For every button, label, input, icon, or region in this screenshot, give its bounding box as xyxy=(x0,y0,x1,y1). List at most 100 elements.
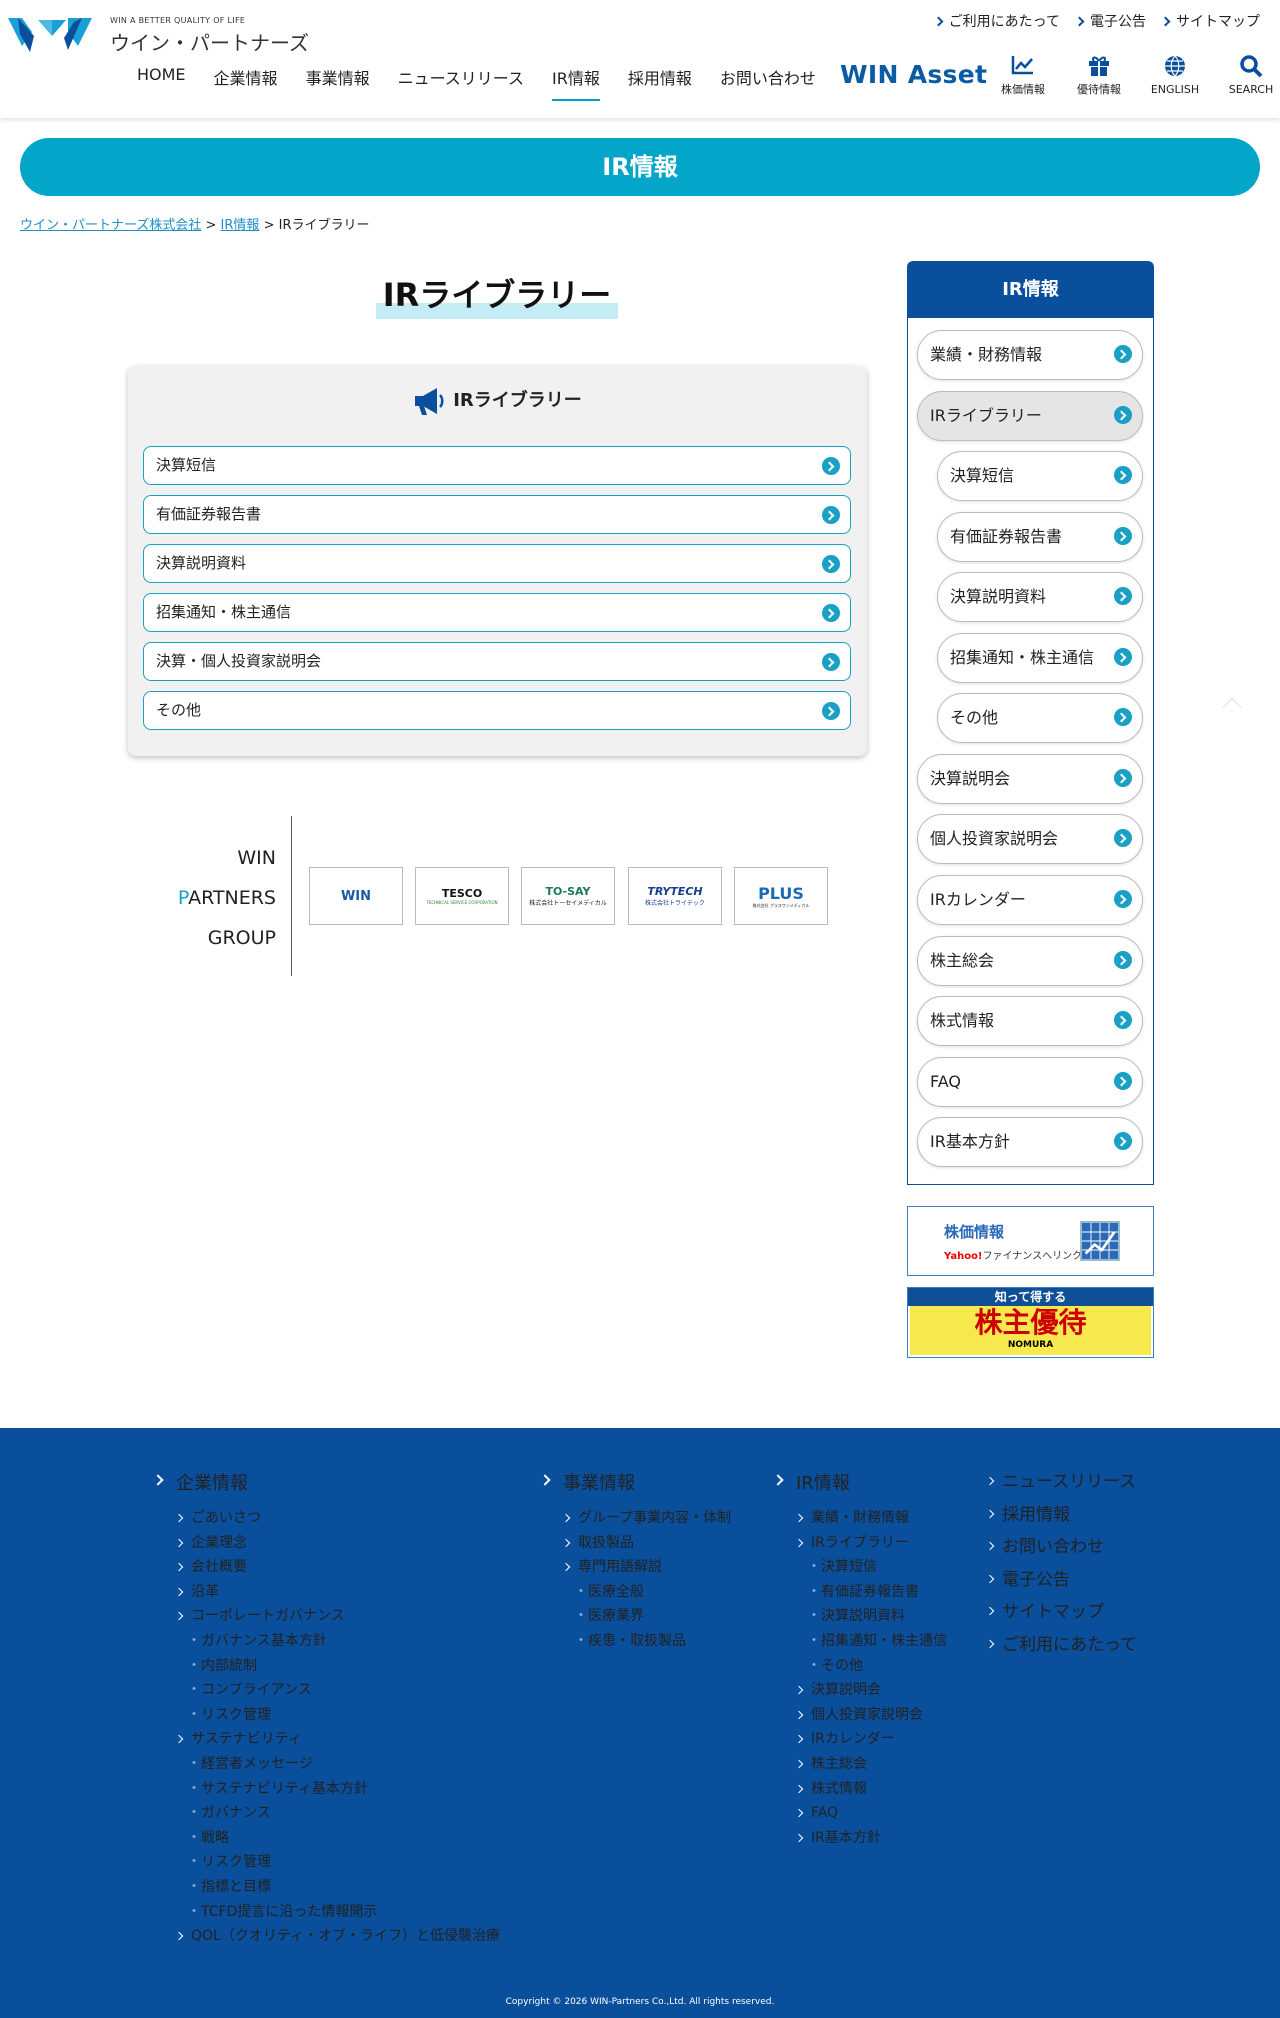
breadcrumb-home[interactable]: ウイン・パートナーズ株式会社 xyxy=(20,218,201,233)
utility-link-terms[interactable]: ご利用にあたって xyxy=(933,11,1060,31)
footer-link[interactable]: 戦略 xyxy=(176,1826,500,1851)
utility-link-sitemap[interactable]: サイトマップ xyxy=(1160,11,1260,31)
footer-link[interactable]: 疾患・取扱製品 xyxy=(563,1629,731,1654)
footer-column-company: ごあいさつ企業理念会社概要沿革コーポレートガバナンスガバナンス基本方針内部統制コ… xyxy=(176,1506,500,1949)
sidebar-item-faq[interactable]: FAQ xyxy=(917,1057,1143,1107)
arrow-circle-icon xyxy=(1114,890,1132,908)
sidebar-item-results[interactable]: 業績・財務情報 xyxy=(917,330,1143,380)
footer-link[interactable]: 有価証券報告書 xyxy=(796,1580,947,1605)
search-link[interactable]: SEARCH xyxy=(1213,54,1280,97)
company-name[interactable]: ウイン・パートナーズ xyxy=(110,27,309,56)
arrow-circle-icon xyxy=(1114,1132,1132,1150)
footer-link[interactable]: 会社概要 xyxy=(176,1555,500,1580)
footer-link[interactable]: コンプライアンス xyxy=(176,1678,500,1703)
library-link-tanshin[interactable]: 決算短信 xyxy=(143,446,851,485)
footer-link[interactable]: 個人投資家説明会 xyxy=(796,1703,947,1728)
group-logo-trytech[interactable]: TRYTECH 株式会社トライテック xyxy=(628,867,722,925)
benefits-link[interactable]: 優待情報 xyxy=(1061,54,1137,97)
group-logo-win[interactable]: WIN xyxy=(309,867,403,925)
footer-link[interactable]: リスク管理 xyxy=(176,1703,500,1728)
nav-home[interactable]: HOME xyxy=(137,65,186,101)
footer-link[interactable]: その他 xyxy=(796,1654,947,1679)
back-to-top-icon[interactable] xyxy=(1222,697,1242,717)
footer-link[interactable]: ガバナンス xyxy=(176,1801,500,1826)
library-link-presentation[interactable]: 決算説明資料 xyxy=(143,544,851,583)
footer-link[interactable]: FAQ xyxy=(796,1801,947,1826)
footer-link[interactable]: サイトマップ xyxy=(990,1596,1137,1629)
nav-ir[interactable]: IR情報 xyxy=(551,65,600,101)
sidebar-item-other[interactable]: その他 xyxy=(937,693,1143,743)
sidebar-item-policy[interactable]: IR基本方針 xyxy=(917,1117,1143,1167)
footer-link[interactable]: リスク管理 xyxy=(176,1850,500,1875)
sidebar-item-yuho[interactable]: 有価証券報告書 xyxy=(937,512,1143,562)
footer-link[interactable]: 取扱製品 xyxy=(563,1531,731,1556)
footer-link[interactable]: グループ事業内容・体制 xyxy=(563,1506,731,1531)
sidebar-item-presentation[interactable]: 決算説明資料 xyxy=(937,572,1143,622)
footer-link[interactable]: ご利用にあたって xyxy=(990,1629,1137,1662)
footer-link[interactable]: 企業理念 xyxy=(176,1531,500,1556)
footer-link[interactable]: IRライブラリー xyxy=(796,1531,947,1556)
nav-business[interactable]: 事業情報 xyxy=(306,65,370,101)
english-link[interactable]: ENGLISH xyxy=(1137,54,1213,97)
footer-link[interactable]: 株式情報 xyxy=(796,1777,947,1802)
nav-news[interactable]: ニュースリリース xyxy=(398,65,524,101)
footer-link[interactable]: 内部統制 xyxy=(176,1654,500,1679)
stock-price-banner[interactable]: 株価情報 Yahoo!ファイナンスへリンク xyxy=(907,1206,1154,1276)
sidebar-item-results-briefing[interactable]: 決算説明会 xyxy=(917,754,1143,804)
footer-link[interactable]: ごあいさつ xyxy=(176,1506,500,1531)
sidebar-item-library[interactable]: IRライブラリー xyxy=(917,391,1143,441)
footer-link[interactable]: 決算説明会 xyxy=(796,1678,947,1703)
footer-link[interactable]: 株主総会 xyxy=(796,1752,947,1777)
footer-link[interactable]: 医療業界 xyxy=(563,1604,731,1629)
footer-link[interactable]: サステナビリティ基本方針 xyxy=(176,1777,500,1802)
sidebar-item-individual-briefing[interactable]: 個人投資家説明会 xyxy=(917,814,1143,864)
arrow-circle-icon xyxy=(822,555,840,573)
footer-link[interactable]: ガバナンス基本方針 xyxy=(176,1629,500,1654)
footer-link[interactable]: サステナビリティ xyxy=(176,1727,500,1752)
win-asset-link[interactable]: WIN Asset xyxy=(840,60,987,89)
footer-link[interactable]: 専門用語解説 xyxy=(563,1555,731,1580)
nav-recruit[interactable]: 採用情報 xyxy=(628,65,692,101)
footer-link[interactable]: お問い合わせ xyxy=(990,1531,1137,1564)
stock-price-link[interactable]: 株価情報 xyxy=(985,54,1061,97)
sidebar-item-notice[interactable]: 招集通知・株主通信 xyxy=(937,633,1143,683)
footer-link[interactable]: 採用情報 xyxy=(990,1499,1137,1532)
group-logo-tesco[interactable]: TESCO TECHNICAL SERVICE CORPORATION xyxy=(415,867,509,925)
shareholder-benefits-banner[interactable]: 知って得する 株主優待 NOMURA xyxy=(907,1287,1154,1358)
nav-contact[interactable]: お問い合わせ xyxy=(720,65,816,101)
library-link-briefing[interactable]: 決算・個人投資家説明会 xyxy=(143,642,851,681)
library-link-notice[interactable]: 招集通知・株主通信 xyxy=(143,593,851,632)
footer-heading-company[interactable]: 企業情報 xyxy=(176,1469,248,1495)
arrow-circle-icon xyxy=(1114,466,1132,484)
group-logo-plus[interactable]: PLUS 株式会社 プラスワンメディカル xyxy=(734,867,828,925)
library-link-yuho[interactable]: 有価証券報告書 xyxy=(143,495,851,534)
sidebar-item-tanshin[interactable]: 決算短信 xyxy=(937,451,1143,501)
footer-link[interactable]: コーポレートガバナンス xyxy=(176,1604,500,1629)
footer-heading-business[interactable]: 事業情報 xyxy=(563,1469,635,1495)
sidebar-item-stock-info[interactable]: 株式情報 xyxy=(917,996,1143,1046)
footer-link[interactable]: 決算短信 xyxy=(796,1555,947,1580)
footer-link[interactable]: 決算説明資料 xyxy=(796,1604,947,1629)
breadcrumb-ir[interactable]: IR情報 xyxy=(221,218,260,233)
footer-link[interactable]: 沿革 xyxy=(176,1580,500,1605)
footer-link[interactable]: QOL（クオリティ・オブ・ライフ）と低侵襲治療 xyxy=(176,1924,500,1949)
footer-link[interactable]: 指標と目標 xyxy=(176,1875,500,1900)
sidebar-item-agm[interactable]: 株主総会 xyxy=(917,936,1143,986)
library-link-other[interactable]: その他 xyxy=(143,691,851,730)
footer-link[interactable]: ニュースリリース xyxy=(990,1466,1137,1499)
arrow-circle-icon xyxy=(1114,345,1132,363)
nav-company[interactable]: 企業情報 xyxy=(214,65,278,101)
footer-link[interactable]: 電子公告 xyxy=(990,1564,1137,1597)
footer-link[interactable]: 医療全般 xyxy=(563,1580,731,1605)
utility-link-notice[interactable]: 電子公告 xyxy=(1074,11,1146,31)
footer-link[interactable]: 業績・財務情報 xyxy=(796,1506,947,1531)
company-logo[interactable] xyxy=(8,16,92,54)
footer-link[interactable]: IRカレンダー xyxy=(796,1727,947,1752)
group-logo-tosay[interactable]: TO-SAY 株式会社トーセイメディカル xyxy=(521,867,615,925)
footer-link[interactable]: TCFD提言に沿った情報開示 xyxy=(176,1900,500,1925)
sidebar-item-calendar[interactable]: IRカレンダー xyxy=(917,875,1143,925)
footer-heading-ir[interactable]: IR情報 xyxy=(796,1469,850,1495)
footer-link[interactable]: 経営者メッセージ xyxy=(176,1752,500,1777)
footer-link[interactable]: IR基本方針 xyxy=(796,1826,947,1851)
footer-link[interactable]: 招集通知・株主通信 xyxy=(796,1629,947,1654)
